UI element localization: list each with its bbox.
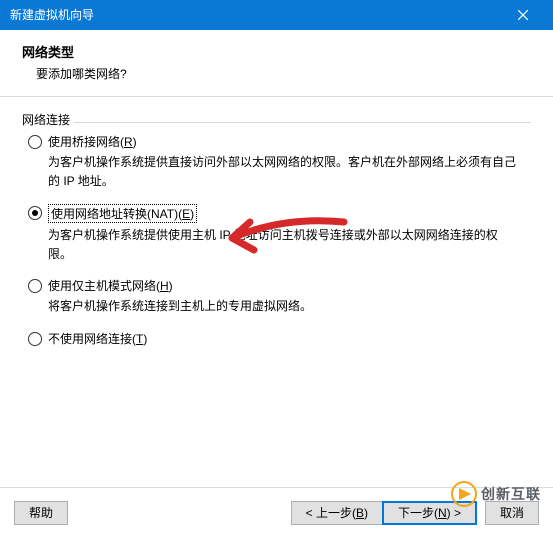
radio-nat-label[interactable]: 使用网络地址转换(NAT)(E)	[48, 204, 197, 223]
desc-bridged: 为客户机操作系统提供直接访问外部以太网网络的权限。客户机在外部网络上必须有自己的…	[48, 153, 521, 190]
radio-bridged[interactable]	[28, 135, 42, 149]
option-bridged[interactable]: 使用桥接网络(R)	[28, 133, 531, 150]
page-subtitle: 要添加哪类网络?	[22, 65, 531, 82]
content-area: 网络连接 使用桥接网络(R) 为客户机操作系统提供直接访问外部以太网网络的权限。…	[0, 97, 553, 487]
group-label-network: 网络连接	[22, 111, 531, 128]
option-hostonly[interactable]: 使用仅主机模式网络(H)	[28, 277, 531, 294]
footer: 帮助 < 上一步(B) 下一步(N) > 取消	[0, 487, 553, 539]
radio-none-label[interactable]: 不使用网络连接(T)	[48, 330, 147, 347]
page-title: 网络类型	[22, 42, 531, 61]
radio-bridged-label[interactable]: 使用桥接网络(R)	[48, 133, 137, 150]
radio-none[interactable]	[28, 332, 42, 346]
close-icon	[518, 10, 528, 20]
next-button[interactable]: 下一步(N) >	[382, 501, 477, 525]
radio-hostonly[interactable]	[28, 279, 42, 293]
wizard-header: 网络类型 要添加哪类网络?	[0, 30, 553, 97]
titlebar: 新建虚拟机向导	[0, 0, 553, 30]
radio-hostonly-label[interactable]: 使用仅主机模式网络(H)	[48, 277, 173, 294]
nav-button-group: < 上一步(B) 下一步(N) >	[291, 501, 477, 525]
radio-nat[interactable]	[28, 206, 42, 220]
back-button[interactable]: < 上一步(B)	[291, 501, 383, 525]
group-divider	[74, 122, 531, 123]
window-title: 新建虚拟机向导	[10, 0, 94, 30]
help-button[interactable]: 帮助	[14, 501, 68, 525]
option-nat[interactable]: 使用网络地址转换(NAT)(E)	[28, 204, 531, 223]
cancel-button[interactable]: 取消	[485, 501, 539, 525]
option-none[interactable]: 不使用网络连接(T)	[28, 330, 531, 347]
desc-hostonly: 将客户机操作系统连接到主机上的专用虚拟网络。	[48, 297, 521, 316]
close-button[interactable]	[503, 0, 543, 30]
desc-nat: 为客户机操作系统提供使用主机 IP 地址访问主机拨号连接或外部以太网网络连接的权…	[48, 226, 521, 263]
